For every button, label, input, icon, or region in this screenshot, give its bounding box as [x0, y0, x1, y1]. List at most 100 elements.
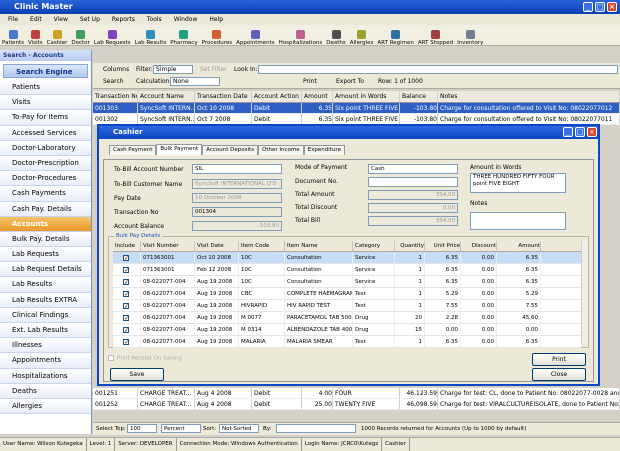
bulk-column-header[interactable]: Quantity: [395, 241, 425, 251]
include-checkbox-cell[interactable]: [113, 276, 141, 287]
by-select[interactable]: [276, 424, 356, 433]
nav-item-patients[interactable]: Patients: [0, 80, 91, 96]
table-row[interactable]: 001252 CHARGE TREAT... Aug 4 2008 Debit 25.0…: [93, 399, 620, 410]
nav-item-lab-requests[interactable]: Lab Requests: [0, 247, 91, 263]
nav-item-ext-lab-results[interactable]: Ext. Lab Results: [0, 323, 91, 339]
bulk-table-row[interactable]: 08-022077-004Aug 19 2008M 0314ALBENDAZOL…: [113, 324, 581, 336]
tab-account-deposits[interactable]: Account Deposits: [202, 145, 259, 155]
nav-item-clinical-findings[interactable]: Clinical Findings: [0, 307, 91, 323]
nav-item-lab-results[interactable]: Lab Results: [0, 277, 91, 293]
dialog-minimize-button[interactable]: _: [563, 127, 573, 137]
dialog-close-icon[interactable]: ×: [587, 127, 597, 137]
tab-other-income[interactable]: Other Income: [258, 145, 304, 155]
percent-select[interactable]: Percent: [161, 424, 201, 433]
include-checkbox[interactable]: [123, 337, 129, 347]
include-checkbox-cell[interactable]: [113, 336, 141, 347]
menu-item-file[interactable]: File: [8, 14, 18, 25]
document-input[interactable]: [368, 177, 458, 187]
save-button[interactable]: Save: [110, 368, 164, 381]
grid-column-header[interactable]: Amount in Words: [333, 91, 400, 102]
grid-column-header[interactable]: Balance: [400, 91, 438, 102]
toolbar-art-stopped-button[interactable]: ART Stopped: [416, 25, 455, 46]
menu-item-tools[interactable]: Tools: [147, 14, 162, 25]
export-button[interactable]: Export To: [336, 78, 364, 85]
bill-account-input[interactable]: SIL: [192, 164, 282, 174]
toolbar-inventory-button[interactable]: Inventory: [455, 25, 485, 46]
nav-item-lab-request-details[interactable]: Lab Request Details: [0, 262, 91, 278]
bulk-column-header[interactable]: Amount: [497, 241, 541, 251]
bulk-column-header[interactable]: Unit Price: [425, 241, 461, 251]
toolbar-visits-button[interactable]: Visits: [26, 25, 45, 46]
search-engine-button[interactable]: Search Engine: [3, 64, 88, 78]
toolbar-allergies-button[interactable]: Allergies: [348, 25, 376, 46]
include-checkbox[interactable]: [123, 325, 129, 335]
grid-column-header[interactable]: Transaction No: [93, 91, 138, 102]
nav-item-lab-results-extra[interactable]: Lab Results EXTRA: [0, 292, 91, 308]
notes-input[interactable]: [470, 212, 566, 230]
toolbar-deaths-button[interactable]: Deaths: [324, 25, 348, 46]
close-button[interactable]: Close: [532, 368, 586, 381]
dialog-maximize-button[interactable]: □: [575, 127, 585, 137]
bulk-column-header[interactable]: Visit Number: [141, 241, 195, 251]
search-button[interactable]: Search: [103, 78, 124, 85]
bulk-column-header[interactable]: Category: [353, 241, 395, 251]
grid-column-header[interactable]: Account Name: [138, 91, 195, 102]
include-checkbox[interactable]: [123, 313, 129, 323]
close-icon[interactable]: ×: [607, 2, 617, 12]
include-checkbox-cell[interactable]: [113, 324, 141, 335]
print-on-saving-checkbox[interactable]: Print Receipt On Saving: [108, 355, 182, 362]
toolbar-cashier-button[interactable]: Cashier: [45, 25, 70, 46]
toolbar-doctor-button[interactable]: Doctor: [69, 25, 91, 46]
menu-item-help[interactable]: Help: [209, 14, 223, 25]
bulk-table-row[interactable]: 08-022077-004Aug 19 2008CBCCOMPLETE HAEM…: [113, 288, 581, 300]
print-receipt-button[interactable]: Print: [532, 353, 586, 366]
bulk-column-header[interactable]: Visit Date: [195, 241, 239, 251]
nav-item-doctor-laboratory[interactable]: Doctor-Laboratory: [0, 140, 91, 156]
menu-item-edit[interactable]: Edit: [30, 14, 42, 25]
grid-column-header[interactable]: Amount: [302, 91, 333, 102]
menu-item-view[interactable]: View: [54, 14, 68, 25]
bulk-table-scrollbar[interactable]: [581, 241, 588, 344]
nav-item-cash-pay-details[interactable]: Cash Pay. Details: [0, 201, 91, 217]
bulk-table-row[interactable]: 071363001Feb 12 200810CConsultationServi…: [113, 264, 581, 276]
maximize-button[interactable]: □: [595, 2, 605, 12]
include-checkbox-cell[interactable]: [113, 264, 141, 275]
bulk-table-row[interactable]: 08-022077-004Aug 19 2008MALARIAMALARIA S…: [113, 336, 581, 348]
pay-date-picker[interactable]: 10 October 2008: [192, 193, 282, 203]
toolbar-pharmacy-button[interactable]: Pharmacy: [168, 25, 199, 46]
nav-item-doctor-prescription[interactable]: Doctor-Prescription: [0, 155, 91, 172]
nav-item-to-pay-for-items[interactable]: To-Pay for Items: [0, 110, 91, 126]
bulk-column-header[interactable]: Discount: [461, 241, 497, 251]
print-button[interactable]: Print: [303, 78, 317, 85]
nav-item-bulk-pay-details[interactable]: Bulk Pay. Details: [0, 231, 91, 248]
nav-item-cash-payments[interactable]: Cash Payments: [0, 186, 91, 202]
nav-item-doctor-procedures[interactable]: Doctor-Procedures: [0, 171, 91, 187]
nav-item-accounts[interactable]: Accounts: [0, 216, 91, 232]
include-checkbox[interactable]: [123, 265, 129, 275]
toolbar-lab-results-button[interactable]: Lab Results: [133, 25, 169, 46]
grid-column-header[interactable]: Account Action: [252, 91, 302, 102]
tab-bulk-payment[interactable]: Bulk Payment: [156, 144, 203, 155]
bulk-column-header[interactable]: Include: [113, 241, 141, 251]
menu-item-set-up[interactable]: Set Up: [80, 14, 100, 25]
filter-select[interactable]: Simple: [153, 65, 193, 74]
set-filter-button[interactable]: Set Filter: [200, 66, 227, 73]
toolbar-lab-requests-button[interactable]: Lab Requests: [92, 25, 133, 46]
toolbar-procedures-button[interactable]: Procedures: [200, 25, 235, 46]
include-checkbox-cell[interactable]: [113, 300, 141, 311]
toolbar-appointments-button[interactable]: Appointments: [234, 25, 277, 46]
mode-select[interactable]: Cash: [368, 164, 458, 174]
bulk-column-header[interactable]: Item Code: [239, 241, 285, 251]
nav-item-illnesses[interactable]: Illnesses: [0, 338, 91, 354]
toolbar-patients-button[interactable]: Patients: [0, 25, 26, 46]
bulk-column-header[interactable]: Item Name: [285, 241, 353, 251]
include-checkbox[interactable]: [123, 277, 129, 287]
toolbar-art-regimen-button[interactable]: ART Regimen: [375, 25, 416, 46]
select-top-input[interactable]: 100: [127, 424, 157, 433]
menu-item-reports[interactable]: Reports: [112, 14, 135, 25]
table-row[interactable]: 001303 SyncSoft INTERN... Oct 10 2008 Debit…: [93, 103, 620, 114]
toolbar-hospitalizations-button[interactable]: Hospitalizations: [277, 25, 325, 46]
bulk-table-row[interactable]: 08-022077-004Aug 19 2008M 0077PARACETAMO…: [113, 312, 581, 324]
columns-button[interactable]: Columns: [103, 66, 129, 73]
sort-select[interactable]: Not Sorted: [219, 424, 259, 433]
